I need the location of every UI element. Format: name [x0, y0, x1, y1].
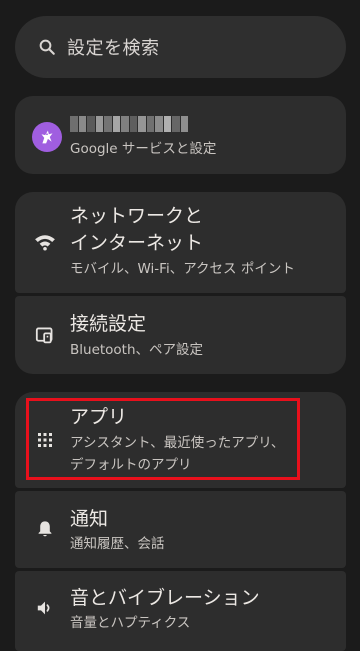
- item-subtitle: 音量とハプティクス: [70, 615, 191, 631]
- bell-icon: [31, 515, 59, 543]
- item-subtitle-line1: アシスタント、最近使ったアプリ、: [70, 435, 285, 451]
- settings-item-apps[interactable]: アプリ アシスタント、最近使ったアプリ、 デフォルトのアプリ: [15, 392, 346, 488]
- item-title: アプリ: [70, 406, 128, 428]
- item-subtitle: 通知履歴、会話: [70, 536, 165, 552]
- item-title: 音とバイブレーション: [70, 587, 260, 609]
- account-subtitle: Google サービスと設定: [70, 141, 217, 157]
- account-name-redacted: [70, 116, 188, 132]
- item-subtitle: モバイル、Wi-Fi、アクセス ポイント: [70, 261, 295, 277]
- connected-devices-icon: [31, 321, 59, 349]
- item-title: 通知: [70, 508, 109, 530]
- item-subtitle: Bluetooth、ペア設定: [70, 342, 204, 358]
- search-placeholder: 設定を検索: [67, 38, 160, 59]
- wifi-icon: [31, 228, 59, 256]
- item-title-line1: ネットワークと: [70, 205, 204, 227]
- google-account-card[interactable]: Google サービスと設定: [15, 96, 346, 174]
- settings-item-network[interactable]: ネットワークと インターネット モバイル、Wi-Fi、アクセス ポイント: [15, 192, 346, 293]
- apps-grid-icon: [31, 426, 59, 454]
- item-title-line2: インターネット: [70, 232, 204, 254]
- volume-icon: [31, 594, 59, 622]
- unicorn-avatar-icon: [41, 130, 53, 144]
- item-subtitle-line2: デフォルトのアプリ: [70, 457, 192, 473]
- settings-item-sound[interactable]: 音とバイブレーション 音量とハプティクス: [15, 571, 346, 651]
- item-title: 接続設定: [70, 313, 147, 335]
- settings-item-notifications[interactable]: 通知 通知履歴、会話: [15, 491, 346, 568]
- search-icon: [37, 37, 57, 57]
- settings-item-connected-devices[interactable]: 接続設定 Bluetooth、ペア設定: [15, 296, 346, 374]
- avatar: [32, 122, 62, 152]
- search-bar[interactable]: 設定を検索: [15, 16, 346, 78]
